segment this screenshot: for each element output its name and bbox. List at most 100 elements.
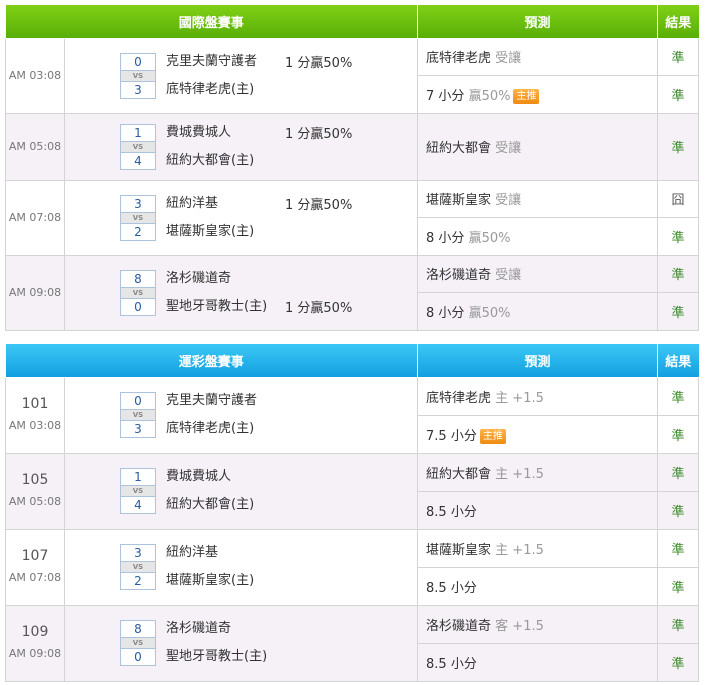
team-names: 紐約洋基堪薩斯皇家(主)	[166, 539, 254, 595]
vs-label: VS	[120, 410, 156, 420]
header-result: 結果	[657, 5, 699, 39]
match-cell: 0 VS 3 克里夫蘭守護者 底特律老虎(主) 1 分贏50%	[63, 37, 419, 114]
away-score: 3	[120, 544, 156, 562]
away-score: 8	[120, 269, 156, 288]
game-time: AM 03:08	[8, 68, 62, 82]
game-row: 107 AM 07:08 3 VS 2 紐約洋基堪薩斯皇家(主) 堪薩斯皇家 主 +1.5 準	[5, 528, 700, 606]
prediction-detail: 主 +1.5	[495, 542, 544, 558]
team-names: 洛杉磯道奇 聖地牙哥教士(主)	[166, 265, 267, 321]
away-score: 0	[120, 52, 156, 71]
home-score: 4	[120, 496, 156, 514]
prediction-main: 洛杉磯道奇	[426, 618, 492, 634]
game-row: 101 AM 03:08 0 VS 3 克里夫蘭守護者 底特律老虎(主) 底特律老虎 主 +1…	[5, 376, 700, 454]
vs-label: VS	[120, 70, 156, 81]
home-score: 2	[120, 572, 156, 590]
home-team: 堪薩斯皇家(主)	[166, 573, 255, 588]
home-team: 聖地牙哥教士(主)	[166, 649, 268, 664]
prediction-cell: 7 小分 贏50% 主推	[417, 75, 659, 114]
result-cell: 準	[657, 528, 700, 568]
away-team: 紐約洋基	[166, 545, 219, 560]
prediction-main: 堪薩斯皇家	[426, 542, 492, 558]
game-time-cell: AM 05:08	[5, 112, 65, 181]
score-box: 3 VS 2	[120, 194, 156, 241]
prediction-cell: 8 小分 贏50%	[417, 292, 659, 331]
score-box: 3 VS 2	[120, 544, 156, 590]
prediction-detail: 主 +1.5	[495, 466, 544, 482]
game-time: AM 05:08	[8, 139, 62, 153]
vs-label: VS	[120, 141, 156, 152]
match-cell: 1 VS 4 費城費城人 紐約大都會(主)	[63, 452, 419, 530]
prediction-detail: 受讓	[495, 141, 522, 156]
header-match: 國際盤賽事	[5, 5, 419, 39]
match-cell: 3 VS 2 紐約洋基堪薩斯皇家(主)	[63, 528, 419, 606]
prediction-detail: 贏50%	[468, 230, 511, 246]
away-score: 0	[120, 392, 156, 410]
away-score: 3	[120, 194, 156, 213]
result-cell: 準	[657, 75, 700, 114]
game-row: AM 03:08 0 VS 3 克里夫蘭守護者 底特律老虎(主) 1 分贏50% 底特律老虎 …	[5, 37, 700, 114]
match-cell: 3 VS 2 紐約洋基 堪薩斯皇家(主) 1 分贏50%	[63, 179, 419, 256]
score-box: 0 VS 3	[120, 52, 156, 99]
match-cell: 1 VS 4 費城費城人 紐約大都會(主) 1 分贏50%	[63, 112, 419, 181]
prediction-main: 堪薩斯皇家	[426, 193, 492, 209]
handicap-result: 1 分贏50%	[285, 300, 353, 316]
team-names: 克里夫蘭守護者 底特律老虎(主)	[166, 48, 257, 104]
featured-pick-badge: 主推	[479, 428, 506, 444]
home-score: 4	[120, 151, 156, 170]
prediction-main: 8 小分	[426, 230, 465, 246]
prediction-main: 底特律老虎	[426, 390, 492, 406]
prediction-cell: 8.5 小分	[417, 566, 659, 606]
result-cell: 準	[657, 37, 700, 76]
home-team: 堪薩斯皇家(主)	[166, 223, 255, 239]
prediction-detail: 受讓	[495, 51, 522, 67]
prediction-cell: 堪薩斯皇家 受讓	[417, 179, 659, 218]
game-time-cell: 105 AM 05:08	[5, 452, 65, 530]
prediction-cell: 8 小分 贏50%	[417, 217, 659, 256]
home-team: 底特律老虎(主)	[166, 81, 255, 97]
prediction-detail: 受讓	[495, 268, 522, 284]
home-team: 底特律老虎(主)	[166, 421, 255, 436]
prediction-cell: 紐約大都會 主 +1.5	[417, 452, 659, 492]
game-time-cell: 109 AM 09:08	[5, 604, 65, 682]
game-time: AM 03:08	[8, 419, 62, 432]
home-score: 3	[120, 80, 156, 99]
away-team: 紐約洋基	[166, 195, 219, 211]
game-row: AM 07:08 3 VS 2 紐約洋基 堪薩斯皇家(主) 1 分贏50% 堪薩斯皇家 受讓囧	[5, 179, 700, 256]
result-cell: 準	[657, 112, 700, 181]
match-cell: 8 VS 0 洛杉磯道奇 聖地牙哥教士(主)	[63, 604, 419, 682]
match-cell: 0 VS 3 克里夫蘭守護者 底特律老虎(主)	[63, 376, 419, 454]
featured-pick-badge: 主推	[513, 88, 540, 104]
prediction-cell: 底特律老虎 受讓	[417, 37, 659, 76]
result-cell: 準	[657, 414, 700, 454]
team-names: 洛杉磯道奇聖地牙哥教士(主)	[166, 615, 267, 671]
home-score: 3	[120, 420, 156, 438]
team-names: 克里夫蘭守護者 底特律老虎(主)	[166, 387, 257, 443]
game-time-cell: AM 07:08	[5, 179, 65, 256]
prediction-main: 8.5 小分	[426, 580, 477, 596]
away-team: 洛杉磯道奇	[166, 621, 232, 636]
prediction-cell: 紐約大都會 受讓	[417, 112, 659, 181]
score-box: 0 VS 3	[120, 392, 156, 438]
vs-label: VS	[120, 212, 156, 223]
game-row: 105 AM 05:08 1 VS 4 費城費城人 紐約大都會(主) 紐約大都會 主 +1.5…	[5, 452, 700, 530]
home-score: 2	[120, 222, 156, 241]
prediction-cell: 8.5 小分	[417, 490, 659, 530]
score-box: 1 VS 4	[120, 468, 156, 514]
prediction-cell: 洛杉磯道奇 客 +1.5	[417, 604, 659, 644]
prediction-main: 底特律老虎	[426, 51, 492, 67]
home-team: 紐約大都會(主)	[166, 497, 255, 512]
result-cell: 囧	[657, 179, 700, 218]
header-prediction: 預測	[417, 344, 659, 378]
game-time-cell: AM 03:08	[5, 37, 65, 114]
vs-label: VS	[120, 638, 156, 648]
game-time: AM 07:08	[8, 571, 62, 584]
away-score: 8	[120, 620, 156, 638]
prediction-detail: 受讓	[495, 193, 522, 209]
result-cell: 準	[657, 642, 700, 682]
game-number: 101	[21, 396, 49, 412]
away-team: 費城費城人	[166, 124, 232, 140]
result-cell: 準	[657, 452, 700, 492]
game-number: 107	[21, 548, 49, 564]
prediction-main: 洛杉磯道奇	[426, 268, 492, 284]
result-cell: 準	[657, 566, 700, 606]
